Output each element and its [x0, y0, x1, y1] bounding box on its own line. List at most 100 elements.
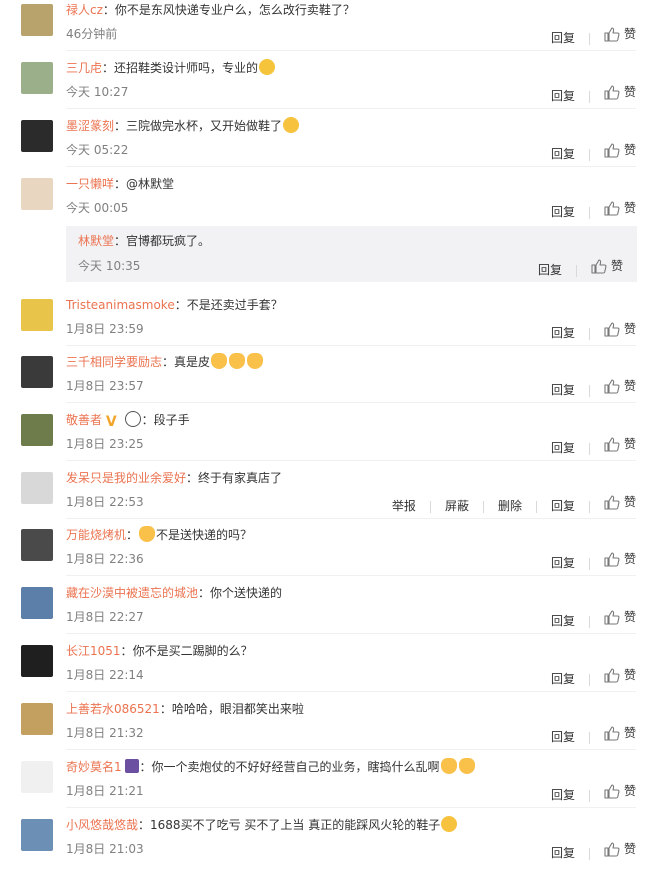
like-label: 赞 [623, 726, 636, 740]
divider [66, 518, 636, 519]
thumbs-up-icon [604, 200, 620, 216]
commenter-name[interactable]: 万能烧烤机 [66, 528, 126, 542]
avatar[interactable] [21, 819, 53, 851]
like-button[interactable]: 赞 [604, 840, 636, 858]
block-button[interactable]: 屏蔽 [445, 497, 469, 515]
reply-button[interactable]: 回复 [551, 381, 575, 399]
like-label: 赞 [623, 322, 636, 336]
reply-button[interactable]: 回复 [551, 612, 575, 630]
like-button[interactable]: 赞 [604, 377, 636, 395]
like-button[interactable]: 赞 [604, 199, 636, 217]
reply-button[interactable]: 回复 [551, 145, 575, 163]
avatar[interactable] [21, 356, 53, 388]
like-button[interactable]: 赞 [591, 257, 623, 275]
avatar[interactable] [21, 120, 53, 152]
commenter-name[interactable]: 小风悠哉悠哉 [66, 818, 138, 832]
reply-button[interactable]: 回复 [551, 29, 575, 47]
comment-time: 1月8日 21:03 [66, 842, 144, 856]
reply-button[interactable]: 回复 [551, 439, 575, 457]
report-button[interactable]: 举报 [392, 497, 416, 515]
reply-button[interactable]: 回复 [551, 670, 575, 688]
reply-time: 今天 10:35 [78, 259, 141, 273]
avatar[interactable] [21, 4, 53, 36]
comment-time: 1月8日 21:21 [66, 784, 144, 798]
like-button[interactable]: 赞 [604, 320, 636, 338]
comment-time: 今天 05:22 [66, 143, 129, 157]
reply-button[interactable]: 回复 [551, 844, 575, 862]
reply-box: 林默堂：官博都玩疯了。 今天 10:35 回复 赞 [66, 226, 637, 282]
divider [66, 807, 636, 808]
member-badge-icon [125, 759, 140, 773]
commenter-name[interactable]: 墨涩篆刻 [66, 119, 114, 133]
like-button[interactable]: 赞 [604, 724, 636, 742]
like-label: 赞 [623, 552, 636, 566]
reply-button[interactable]: 回复 [551, 87, 575, 105]
avatar[interactable] [21, 299, 53, 331]
colon: ： [102, 61, 115, 75]
avatar[interactable] [21, 178, 53, 210]
avatar[interactable] [21, 472, 53, 504]
commenter-name[interactable]: Tristeanimasmoke [66, 298, 175, 312]
like-button[interactable]: 赞 [604, 25, 636, 43]
cat-emoji-icon [247, 353, 264, 369]
like-button[interactable]: 赞 [604, 435, 636, 453]
thumbs-up-icon [604, 26, 620, 42]
commenter-name[interactable]: 长江1051 [66, 644, 121, 658]
reply-button[interactable]: 回复 [551, 786, 575, 804]
comment-text: 不是送快递的吗？ [156, 528, 253, 542]
commenter-name[interactable]: 三几虍 [66, 61, 102, 75]
like-button[interactable]: 赞 [604, 141, 636, 159]
like-button[interactable]: 赞 [604, 83, 636, 101]
avatar[interactable] [21, 703, 53, 735]
comment-actions: 回复 赞 [537, 435, 636, 457]
laugh-emoji-icon [259, 59, 276, 75]
divider [66, 575, 636, 576]
comment-list: 禄人cz：你不是东风快递专业户么，怎么改行卖鞋了？ 46分钟前 回复赞三几虍：还招鞋… [0, 0, 658, 863]
reply-button[interactable]: 回复 [538, 261, 562, 279]
reply-button[interactable]: 回复 [551, 497, 575, 515]
commenter-name[interactable]: 奇妙莫名1 [66, 760, 122, 774]
comment-text: 不是还卖过手套？ [186, 298, 283, 312]
like-label: 赞 [623, 668, 636, 682]
comment-text: 三院做完水杯，又开始做鞋了 [126, 119, 283, 133]
commenter-name[interactable]: 禄人cz [66, 3, 103, 17]
like-button[interactable]: 赞 [604, 550, 636, 568]
avatar[interactable] [21, 761, 53, 793]
like-button[interactable]: 赞 [604, 608, 636, 626]
thumbs-up-icon [604, 841, 620, 857]
commenter-name[interactable]: 藏在沙漠中被遗忘的城池 [66, 586, 198, 600]
reply-author-name[interactable]: 林默堂 [78, 234, 114, 248]
avatar[interactable] [21, 62, 53, 94]
delete-button[interactable]: 删除 [498, 497, 522, 515]
reply-button[interactable]: 回复 [551, 554, 575, 572]
commenter-name[interactable]: 上善若水086521 [66, 702, 160, 716]
avatar[interactable] [21, 587, 53, 619]
reply-button[interactable]: 回复 [551, 728, 575, 746]
thumbs-up-icon [591, 258, 607, 274]
divider [66, 345, 636, 346]
commenter-name[interactable]: 一只懒咩 [66, 177, 114, 191]
comment-actions: 回复 赞 [537, 199, 636, 221]
commenter-name[interactable]: 敬善者 [66, 413, 102, 427]
comment-time: 1月8日 23:59 [66, 322, 144, 336]
reply-button[interactable]: 回复 [551, 324, 575, 342]
avatar[interactable] [21, 414, 53, 446]
cat-emoji-icon [139, 526, 156, 542]
avatar[interactable] [21, 645, 53, 677]
commenter-name[interactable]: 发呆只是我的业余爱好 [66, 471, 186, 485]
like-button[interactable]: 赞 [604, 782, 636, 800]
commenter-name[interactable]: 三千相同学要励志 [66, 355, 162, 369]
vip-badge-icon: V [105, 414, 117, 430]
like-label: 赞 [623, 784, 636, 798]
like-button[interactable]: 赞 [604, 666, 636, 684]
comment-time: 1月8日 22:14 [66, 668, 144, 682]
comment-actions: 回复 赞 [537, 320, 636, 342]
comment-actions: 回复 赞 [537, 83, 636, 105]
like-button[interactable]: 赞 [604, 493, 636, 511]
thumbs-up-icon [604, 783, 620, 799]
avatar[interactable] [21, 529, 53, 561]
colon: ： [138, 818, 151, 832]
reply-button[interactable]: 回复 [551, 203, 575, 221]
like-label: 赞 [623, 842, 636, 856]
comment-time: 46分钟前 [66, 27, 118, 41]
